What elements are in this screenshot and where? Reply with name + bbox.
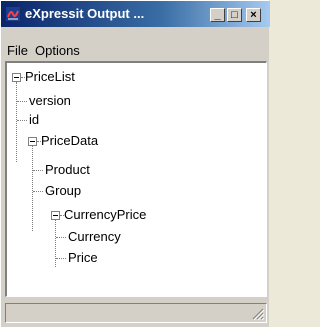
tree-connector: [56, 237, 66, 238]
status-bar: [5, 303, 267, 323]
collapse-toggle-pricedata[interactable]: [28, 137, 37, 146]
tree-connector: [17, 120, 27, 121]
tree-node-pricelist[interactable]: PriceList: [25, 69, 75, 85]
collapse-toggle-pricelist[interactable]: [12, 73, 21, 82]
tree-view[interactable]: PriceList version id PriceData Product G…: [5, 61, 267, 297]
menu-options[interactable]: Options: [35, 43, 80, 58]
tree-connector: [17, 101, 27, 102]
tree-node-pricedata[interactable]: PriceData: [41, 133, 98, 149]
tree-node-version[interactable]: version: [29, 93, 71, 109]
collapse-toggle-currencyprice[interactable]: [51, 211, 60, 220]
tree-connector: [55, 220, 56, 267]
app-icon: [6, 7, 20, 21]
tree-node-id[interactable]: id: [29, 112, 39, 128]
maximize-button[interactable]: □: [227, 8, 242, 22]
tree-connector: [56, 258, 66, 259]
close-button[interactable]: ×: [246, 8, 261, 22]
menu-file[interactable]: File: [7, 43, 28, 58]
tree-node-product[interactable]: Product: [45, 162, 90, 178]
tree-node-currency[interactable]: Currency: [68, 229, 121, 245]
tree-node-currencyprice[interactable]: CurrencyPrice: [64, 207, 146, 223]
menu-bar: File Options: [1, 40, 270, 60]
title-bar[interactable]: eXpressit Output ... _ □ ×: [1, 1, 270, 27]
resize-grip-icon[interactable]: [252, 308, 264, 320]
tree-connector: [32, 146, 33, 231]
window-title: eXpressit Output ...: [25, 6, 145, 21]
minimize-button[interactable]: _: [210, 8, 225, 22]
tree-connector: [33, 191, 43, 192]
tree-connector: [33, 170, 43, 171]
tree-node-group[interactable]: Group: [45, 183, 81, 199]
tree-connector: [16, 82, 17, 162]
tree-node-price[interactable]: Price: [68, 250, 98, 266]
app-window: eXpressit Output ... _ □ × File Options …: [0, 0, 270, 327]
